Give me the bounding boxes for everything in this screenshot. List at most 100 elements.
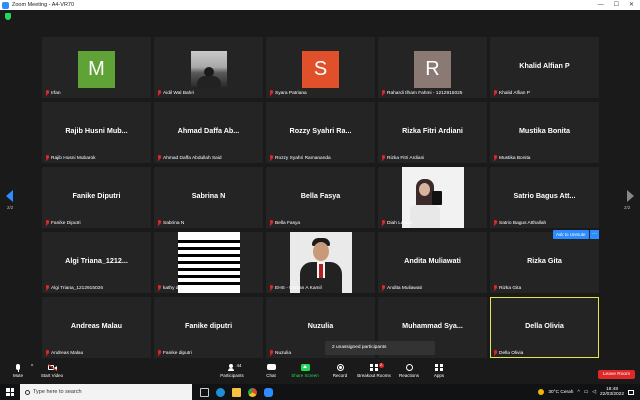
- search-icon: [25, 389, 30, 395]
- video-tile[interactable]: Mustika Bonita Mustika Bonita: [490, 102, 599, 163]
- video-tile[interactable]: Fanike diputri Fanike diputri: [154, 297, 263, 358]
- video-tile[interactable]: Diah Lestari: [378, 167, 487, 228]
- video-tile[interactable]: EHS - Usman A Kamil: [266, 232, 375, 293]
- chat-button[interactable]: Chat: [262, 364, 280, 378]
- video-tile-active-speaker[interactable]: Della Olivia Della Olivia: [490, 297, 599, 358]
- video-tile[interactable]: Aidil Wal Bahri: [154, 37, 263, 98]
- minimize-button[interactable]: —: [598, 0, 604, 10]
- mute-options-caret[interactable]: ^: [28, 364, 36, 370]
- video-tile[interactable]: Fanike Diputri Fanike Diputri: [42, 167, 151, 228]
- unassigned-participants-banner[interactable]: 2 unassigned participants: [325, 341, 435, 355]
- more-options-button[interactable]: ···: [590, 230, 599, 239]
- participants-button[interactable]: 44 Participants: [218, 363, 246, 378]
- video-tile[interactable]: R Rahardi Ilham Fahmi - 1212915025: [378, 37, 487, 98]
- participants-count: 44: [236, 363, 242, 368]
- participant-display-name: Nuzulia: [307, 321, 334, 330]
- windows-start-icon[interactable]: [6, 388, 14, 396]
- breakout-rooms-button[interactable]: 2 Breakout Rooms: [356, 363, 392, 378]
- video-tile[interactable]: Khalid Alfian P Khalid Alfian P: [490, 37, 599, 98]
- clock-date: 22/03/2022: [599, 392, 624, 397]
- participant-name: EHS - Usman A Kamil: [275, 285, 322, 291]
- participant-name: Algi Triana_1212915026: [51, 285, 104, 291]
- muted-mic-icon: [45, 90, 49, 96]
- video-tile[interactable]: Bella Fasya Bella Fasya: [266, 167, 375, 228]
- file-explorer-icon[interactable]: [232, 387, 241, 397]
- mute-label: Mute: [12, 373, 23, 378]
- video-tile[interactable]: Ahmad Daffa Ab... Ahmad Daffa Abdullah S…: [154, 102, 263, 163]
- window-title: Zoom Meeting - A4-VR70: [12, 2, 75, 8]
- mute-button[interactable]: Mute: [8, 364, 28, 378]
- meeting-toolbar: Mute ^ Start Video 44 Participants Chat …: [0, 362, 640, 384]
- breakout-rooms-label: Breakout Rooms: [357, 373, 391, 378]
- volume-icon[interactable]: ◁: [592, 390, 596, 395]
- tray-chevron-icon[interactable]: ^: [577, 390, 579, 395]
- share-screen-button[interactable]: Share Screen: [290, 364, 320, 378]
- video-tile[interactable]: Rizka Fitri Ardiani Rizka Fitri Ardiani: [378, 102, 487, 163]
- muted-mic-icon: [269, 350, 273, 356]
- participant-display-name: Rajib Husni Mub...: [65, 126, 128, 135]
- participant-name: Della Olivia: [499, 350, 524, 356]
- muted-mic-icon: [493, 155, 497, 161]
- video-tile[interactable]: Rozzy Syahri Ra... Rozzy Syahri Ramanand…: [266, 102, 375, 163]
- next-page-arrow-icon[interactable]: [627, 190, 634, 202]
- edge-browser-icon[interactable]: [216, 387, 225, 397]
- video-tile[interactable]: Andita Muliawati Andita Muliawati: [378, 232, 487, 293]
- participant-name: Bella Fasya: [275, 220, 301, 226]
- video-tile[interactable]: Rajib Husni Mub... Rajib Husni Mubarok: [42, 102, 151, 163]
- zoom-app-icon[interactable]: [264, 387, 273, 397]
- video-tile[interactable]: Rizka Gita Rizka Gita: [490, 232, 599, 293]
- participant-name: Ahmad Daffa Abdullah Said: [163, 155, 222, 161]
- reactions-button[interactable]: Reactions: [396, 364, 422, 378]
- chrome-browser-icon[interactable]: [248, 387, 257, 397]
- participant-name: Rahardi Ilham Fahmi - 1212915025: [387, 90, 463, 96]
- muted-mic-icon: [493, 220, 497, 226]
- video-tile[interactable]: M Irfan: [42, 37, 151, 98]
- participant-name: Mustika Bonita: [499, 155, 531, 161]
- participant-video: [402, 167, 464, 228]
- network-icon[interactable]: ▭: [584, 390, 589, 395]
- avatar: M: [78, 51, 115, 88]
- task-view-icon[interactable]: [200, 387, 209, 397]
- leave-room-button[interactable]: Leave Room: [598, 370, 635, 379]
- video-tile[interactable]: Algi Triana_1212... Algi Triana_12129150…: [42, 232, 151, 293]
- video-tile[interactable]: S Syara Patriana: [266, 37, 375, 98]
- security-shield-icon[interactable]: [5, 13, 11, 20]
- start-video-button[interactable]: Start Video: [38, 363, 66, 378]
- participants-icon: 44: [227, 363, 242, 372]
- video-tile[interactable]: Andreas Malau Andreas Malau: [42, 297, 151, 358]
- ask-to-unmute-button[interactable]: Ask to Unmute: [553, 230, 589, 239]
- record-label: Record: [332, 373, 348, 378]
- muted-mic-icon: [157, 285, 161, 291]
- notifications-icon[interactable]: [628, 389, 634, 395]
- muted-mic-icon: [381, 155, 385, 161]
- breakout-rooms-icon: 2: [369, 363, 384, 372]
- share-screen-icon: [300, 364, 310, 372]
- start-video-label: Start Video: [40, 373, 64, 378]
- page-indicator-right: 2/2: [624, 205, 631, 210]
- video-tile[interactable]: Sabrina N Sabrina N: [154, 167, 263, 228]
- weather-text[interactable]: 30°C Cerah: [548, 390, 573, 395]
- apps-icon: [434, 364, 444, 372]
- apps-button[interactable]: Apps: [430, 364, 448, 378]
- muted-mic-icon: [45, 220, 49, 226]
- video-tile[interactable]: kathy desintya: [154, 232, 263, 293]
- maximize-button[interactable]: ☐: [614, 0, 619, 10]
- participant-name: Andreas Malau: [51, 350, 84, 356]
- participant-name: Syara Patriana: [275, 90, 307, 96]
- video-tile[interactable]: Satrio Bagus Att... Satrio Bagus Atthall…: [490, 167, 599, 228]
- avatar: R: [414, 51, 451, 88]
- muted-mic-icon: [381, 285, 385, 291]
- participant-display-name: Della Olivia: [525, 321, 564, 330]
- microphone-icon: [14, 364, 23, 372]
- participant-name: Fanike diputri: [163, 350, 192, 356]
- avatar: S: [302, 51, 339, 88]
- close-button[interactable]: ✕: [629, 0, 634, 10]
- prev-page-arrow-icon[interactable]: [6, 190, 13, 202]
- participant-display-name: Muhammad Sya...: [402, 321, 463, 330]
- apps-label: Apps: [433, 373, 445, 378]
- participant-name: Rizka Fitri Ardiani: [387, 155, 425, 161]
- clock[interactable]: 18:48 22/03/2022: [600, 387, 624, 398]
- participant-name: Khalid Alfian P: [499, 90, 530, 96]
- taskbar-search-input[interactable]: Type here to search: [20, 384, 192, 400]
- record-button[interactable]: Record: [330, 364, 350, 378]
